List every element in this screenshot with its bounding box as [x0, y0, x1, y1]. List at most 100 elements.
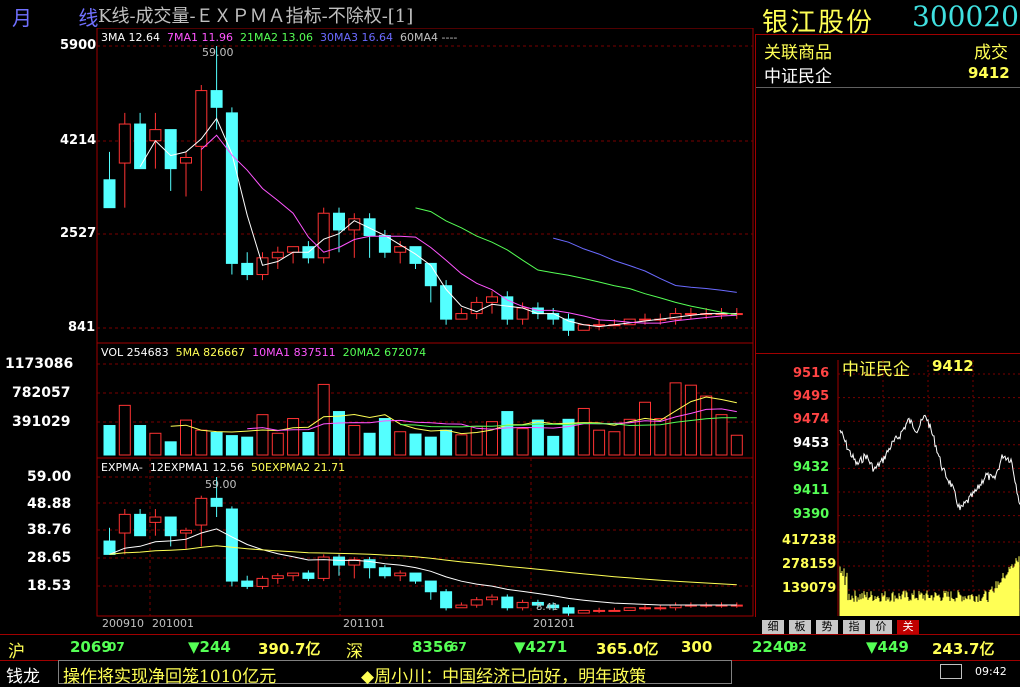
volume-bar — [225, 435, 238, 456]
candle-body — [271, 575, 284, 579]
expma-peak-label: 59.00 — [205, 478, 237, 491]
volume-bar — [271, 432, 284, 456]
volume-y-label: 391029 — [12, 414, 71, 430]
price-legend: 3MA 12.64 7MA1 11.96 21MA2 13.06 30MA3 1… — [101, 31, 457, 44]
cy-index-small: 92 — [790, 640, 807, 654]
volume-bar — [547, 435, 560, 456]
candle-body — [210, 497, 223, 507]
candle-body — [486, 296, 498, 303]
cy-change: ▼449 — [866, 638, 909, 656]
legend-vol: VOL 254683 — [101, 346, 169, 359]
candle-body — [180, 529, 192, 534]
volume-bar — [210, 432, 223, 456]
candle-body — [455, 604, 468, 609]
volume-bar — [730, 434, 743, 456]
candle-body — [134, 123, 147, 170]
candle-body — [486, 596, 498, 601]
expma-y-label: 38.76 — [27, 522, 72, 538]
tab-related[interactable]: 关 — [897, 620, 919, 634]
mini-y-axis: 9516 9495 9474 9453 9432 9411 9390 41723… — [756, 360, 836, 616]
tab-index[interactable]: 指 — [843, 620, 865, 634]
sz-amount: 365.0亿 — [596, 640, 659, 658]
candle-body — [134, 513, 147, 537]
candlestick-series — [103, 46, 743, 336]
candle-body — [608, 609, 621, 612]
volume-bar — [378, 418, 391, 456]
candle-body — [639, 607, 651, 610]
volume-bar — [149, 432, 162, 456]
legend-30ma3: 30MA3 16.64 — [320, 31, 394, 44]
expma-candles — [103, 477, 743, 616]
candle-body — [149, 129, 162, 142]
price-y-label: 5900 — [60, 38, 97, 53]
chart-title: K线-成交量-ＥＸＰＭＡ指标-不除权-[1] — [98, 6, 414, 27]
sz-label[interactable]: 深 — [346, 637, 363, 662]
mini-y-label: 9453 — [793, 436, 830, 451]
stock-code: 300020 — [912, 0, 1019, 33]
volume-y-label: 1173086 — [5, 356, 74, 372]
candle-body — [256, 257, 269, 276]
volume-bar — [103, 425, 116, 456]
candle-body — [639, 318, 651, 321]
tab-price[interactable]: 价 — [870, 620, 892, 634]
candle-body — [164, 516, 177, 537]
legend-10ma1: 10MA1 837511 — [252, 346, 336, 359]
volume-bar — [256, 414, 269, 456]
candle-body — [409, 572, 422, 582]
volume-bar — [440, 429, 453, 456]
expma12-line — [109, 528, 737, 606]
volume-bar — [470, 425, 483, 456]
candle-body — [118, 123, 131, 164]
news-source: 钱龙 — [6, 667, 40, 687]
ma7-line — [200, 134, 737, 324]
expma-y-label: 18.53 — [27, 578, 72, 594]
related-row[interactable]: 中证民企 9412 — [756, 62, 1020, 88]
volume-bar — [241, 436, 254, 456]
volume-bar — [577, 407, 590, 456]
tab-detail[interactable]: 细 — [762, 620, 784, 634]
candle-body — [225, 112, 238, 264]
related-title: 关联商品 — [764, 43, 832, 63]
news-text-1[interactable]: 操作将实现净回笼1010亿元 — [63, 662, 276, 687]
news-ticker[interactable]: 操作将实现净回笼1010亿元 ◆周小川：中国经济已向好，明年政策 — [58, 660, 732, 687]
legend-20ma2: 20MA2 672074 — [342, 346, 427, 359]
sh-index: 2069 — [70, 638, 112, 656]
legend-21ma2: 21MA2 13.06 — [240, 31, 314, 44]
sh-change: ▼244 — [188, 638, 231, 656]
main-chart[interactable]: 59.00 59.00 8.41 — [0, 28, 756, 620]
candle-body — [516, 601, 529, 609]
candle-body — [440, 285, 453, 320]
price-y-label: 4214 — [60, 133, 97, 148]
candle-body — [256, 577, 269, 587]
ma30-line — [553, 237, 737, 293]
candle-body — [593, 324, 606, 327]
sh-label[interactable]: 沪 — [8, 637, 25, 662]
candle-body — [149, 516, 162, 523]
candle-body — [623, 607, 636, 611]
candle-body — [470, 599, 483, 606]
mini-vol-label: 417238 — [782, 533, 837, 548]
mini-vol-label: 139079 — [782, 581, 837, 596]
volume-bar — [608, 431, 621, 456]
news-text-2[interactable]: ◆周小川：中国经济已向好，明年政策 — [361, 662, 646, 687]
volume-bar — [501, 411, 514, 456]
volume-bar — [118, 404, 131, 456]
candle-body — [241, 262, 254, 276]
tab-trend[interactable]: 势 — [816, 620, 838, 634]
candle-body — [164, 129, 177, 170]
cy-amount: 243.7亿 — [932, 640, 995, 658]
mini-y-label: 9474 — [793, 412, 830, 427]
cy-label[interactable]: 300 — [681, 638, 712, 656]
legend-50expma2: 50EXPMA2 21.71 — [251, 461, 346, 474]
candle-body — [409, 246, 422, 264]
candle-body — [287, 246, 300, 253]
candle-body — [287, 572, 300, 577]
candle-body — [118, 513, 131, 534]
mini-y-label: 9432 — [793, 460, 830, 475]
tab-board[interactable]: 板 — [789, 620, 811, 634]
candle-body — [333, 212, 345, 231]
candle-body — [195, 497, 208, 526]
keyboard-icon[interactable] — [940, 664, 962, 679]
sz-index-small: 67 — [450, 640, 467, 654]
candle-body — [210, 90, 223, 108]
